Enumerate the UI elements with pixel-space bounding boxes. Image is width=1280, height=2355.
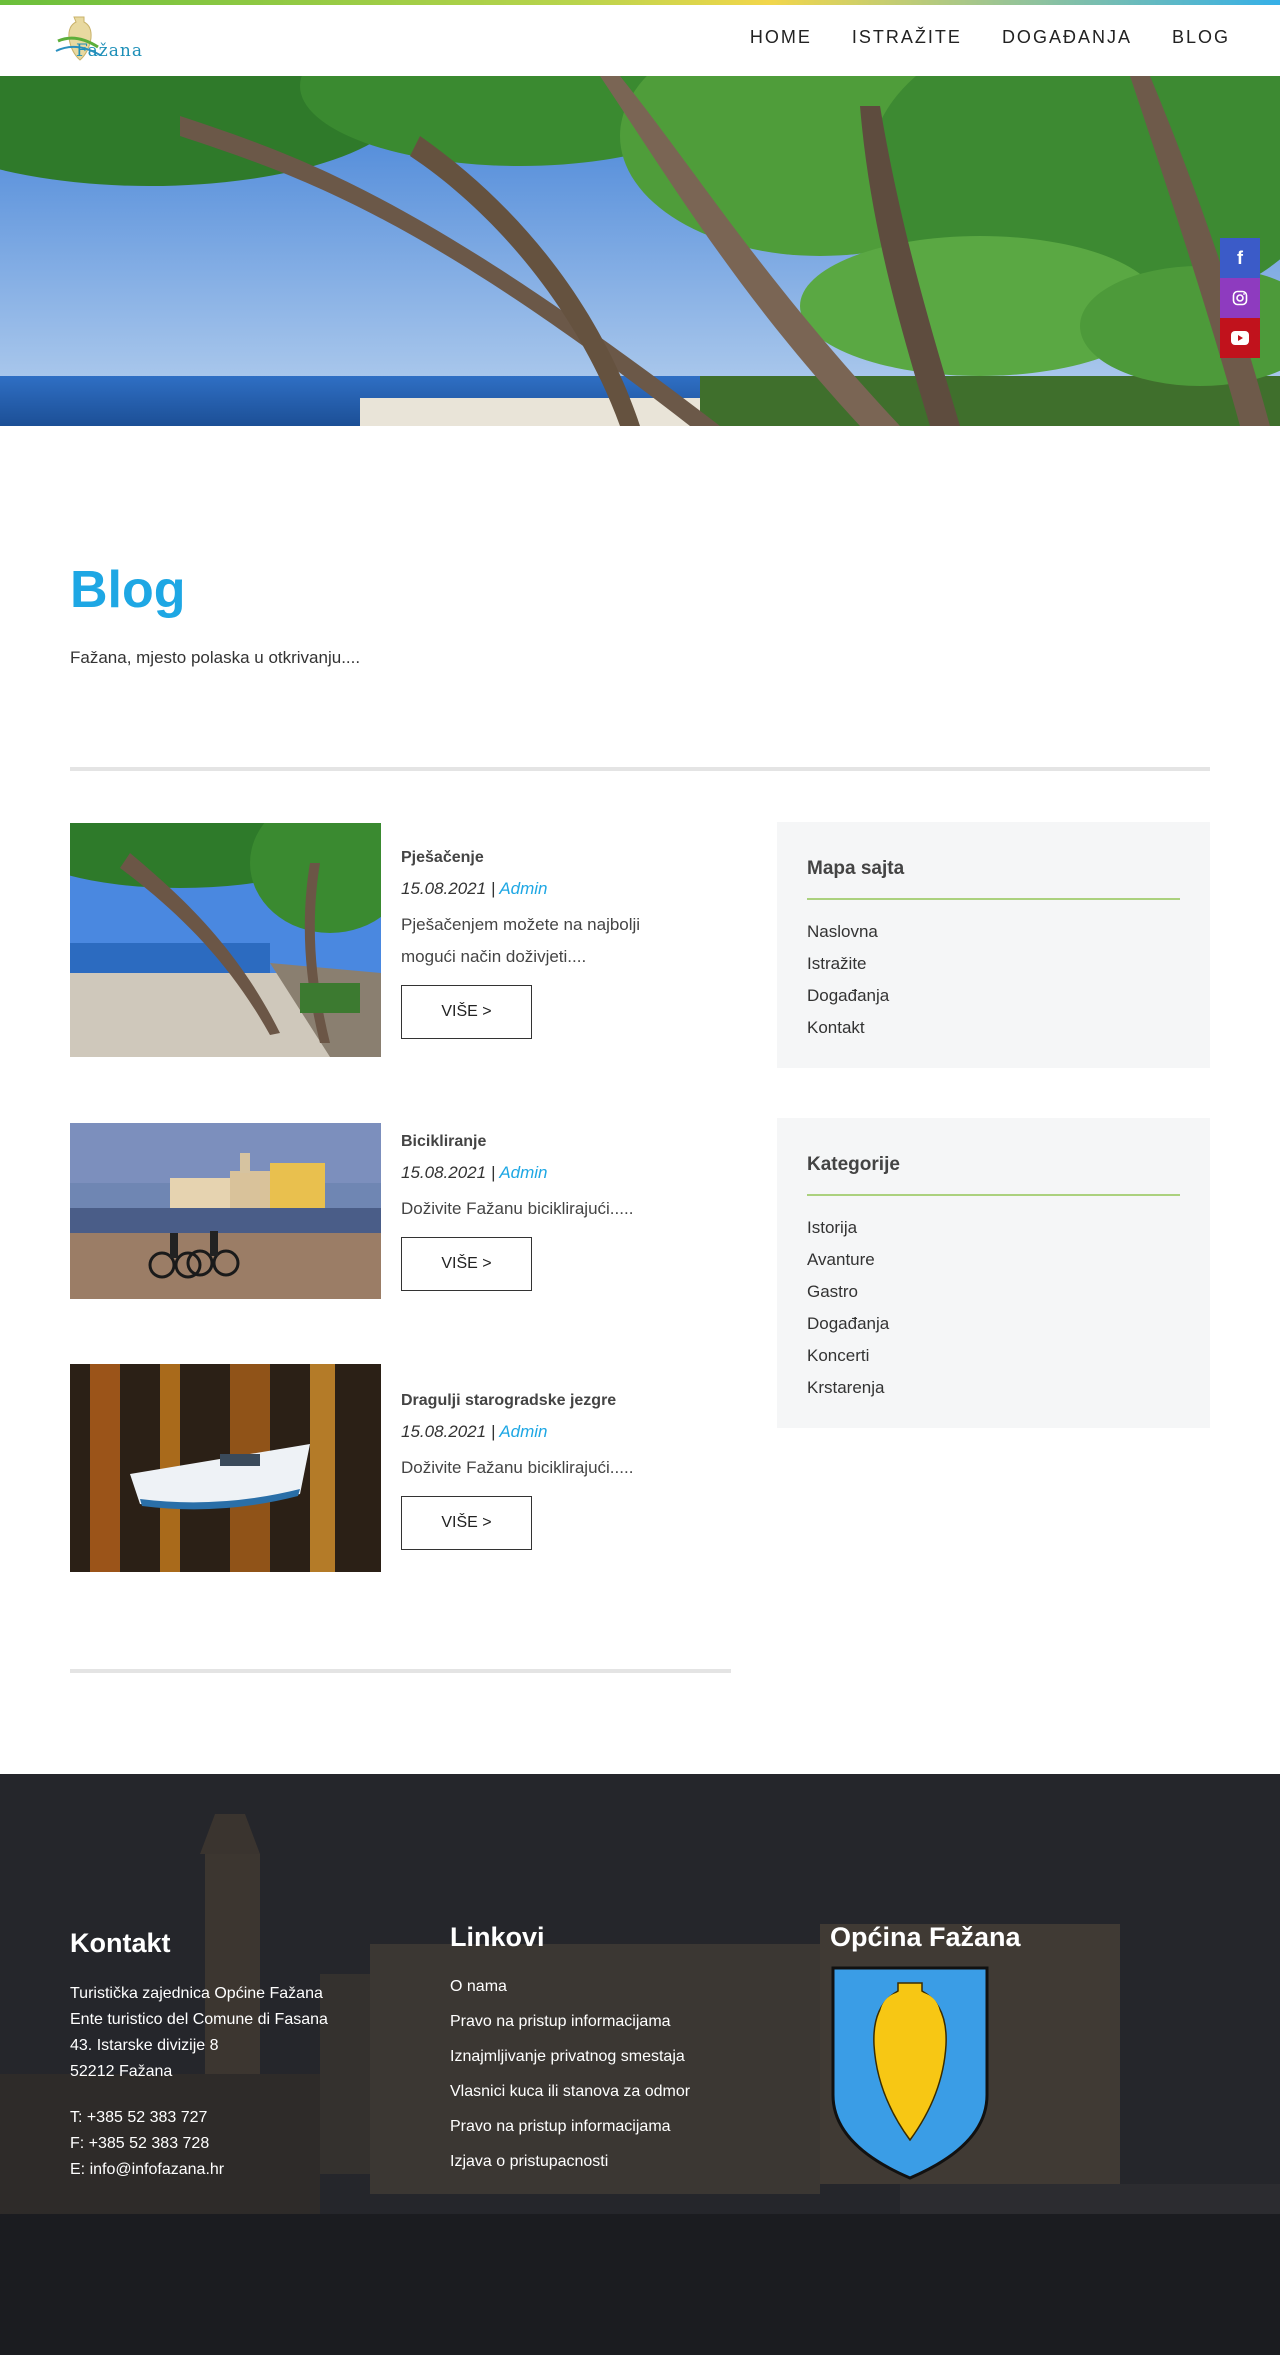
sitemap-link-istrazite[interactable]: Istražite [807, 948, 1180, 980]
contact-line: 43. Istarske divizije 8 [70, 2037, 219, 2054]
social-sidebar: f [1220, 238, 1260, 358]
pine-path-photo [70, 823, 381, 1057]
post-date: 15.08.2021 [401, 1422, 487, 1441]
site-header: Fažana HOME ISTRAŽITE DOGAĐANJA BLOG [0, 5, 1280, 76]
nav-dogadanja[interactable]: DOGAĐANJA [1002, 27, 1132, 48]
footer-links: Linkovi O nama Pravo na pristup informac… [450, 1922, 770, 2179]
site-logo[interactable]: Fažana [52, 11, 148, 71]
blog-post: Dragulji starogradske jezgre 15.08.2021 … [70, 1364, 731, 1572]
post-body: Bicikliranje 15.08.2021 | Admin Doživite… [401, 1133, 701, 1291]
boat-sunset-photo [70, 1364, 381, 1572]
post-date: 15.08.2021 [401, 1163, 487, 1182]
post-author-link[interactable]: Admin [499, 1163, 547, 1182]
post-excerpt: Doživite Fažanu biciklirajući..... [401, 1458, 634, 1477]
footer-link[interactable]: Pravo na pristup informacijama [450, 2109, 770, 2144]
meta-separator: | [486, 879, 500, 898]
meta-separator: | [486, 1422, 500, 1441]
post-thumbnail[interactable] [70, 1364, 381, 1572]
category-link-istorija[interactable]: Istorija [807, 1212, 1180, 1244]
main-nav: HOME ISTRAŽITE DOGAĐANJA BLOG [750, 27, 1230, 48]
pine-trees-seaside-photo [0, 76, 1280, 426]
sitemap-link-dogadanja[interactable]: Događanja [807, 980, 1180, 1012]
footer-contact-title: Kontakt [70, 1928, 171, 1958]
sitemap-list: Naslovna Istražite Događanja Kontakt [807, 916, 1180, 1044]
footer-links-list: O nama Pravo na pristup informacijama Iz… [450, 1969, 770, 2179]
posts-divider [70, 1669, 731, 1673]
blog-post: Pješačenje 15.08.2021 | Admin Pješačenje… [70, 823, 731, 1057]
nav-istrazite[interactable]: ISTRAŽITE [852, 27, 962, 48]
read-more-button[interactable]: VIŠE > [401, 1237, 532, 1291]
logo-text: Fažana [76, 41, 143, 61]
category-link-dogadanja[interactable]: Događanja [807, 1308, 1180, 1340]
post-title[interactable]: Bicikliranje [401, 1133, 701, 1151]
contact-fax: F: +385 52 383 728 [70, 2135, 210, 2152]
page-subtitle: Fažana, mjesto polaska u otkrivanju.... [70, 648, 361, 667]
section-divider [70, 767, 1210, 771]
contact-line: 52212 Fažana [70, 2063, 173, 2080]
nav-home[interactable]: HOME [750, 27, 812, 48]
post-body: Pješačenje 15.08.2021 | Admin Pješačenje… [401, 849, 671, 1039]
post-meta: 15.08.2021 | Admin [401, 879, 671, 899]
contact-line: Turistička zajednica Općine Fažana [70, 1985, 323, 2002]
footer-links-title: Linkovi [450, 1922, 545, 1952]
footer-link[interactable]: Izjava o pristupacnosti [450, 2144, 770, 2179]
category-link-gastro[interactable]: Gastro [807, 1276, 1180, 1308]
blog-post: Bicikliranje 15.08.2021 | Admin Doživite… [70, 1123, 731, 1299]
nav-blog[interactable]: BLOG [1172, 27, 1230, 48]
youtube-icon[interactable] [1220, 318, 1260, 358]
coat-of-arms-icon [831, 1966, 989, 2180]
meta-separator: | [486, 1163, 500, 1182]
post-date: 15.08.2021 [401, 879, 487, 898]
category-link-avanture[interactable]: Avanture [807, 1244, 1180, 1276]
post-excerpt: Pješačenjem možete na najbolji mogući na… [401, 915, 641, 966]
post-author-link[interactable]: Admin [499, 879, 547, 898]
page-title: Blog [70, 561, 186, 619]
site-footer: Kontakt Turistička zajednica Općine Faža… [0, 1774, 1280, 2355]
facebook-icon[interactable]: f [1220, 238, 1260, 278]
cycling-harbor-photo [70, 1123, 381, 1299]
footer-link[interactable]: Pravo na pristup informacijama [450, 2004, 770, 2039]
post-title[interactable]: Pješačenje [401, 849, 671, 867]
sitemap-widget: Mapa sajta Naslovna Istražite Događanja … [777, 822, 1210, 1068]
post-meta: 15.08.2021 | Admin [401, 1422, 701, 1442]
categories-widget: Kategorije Istorija Avanture Gastro Doga… [777, 1118, 1210, 1428]
contact-phone[interactable]: T: +385 52 383 727 [70, 2105, 410, 2131]
contact-email[interactable]: E: info@infofazana.hr [70, 2157, 410, 2183]
sitemap-link-naslovna[interactable]: Naslovna [807, 916, 1180, 948]
category-link-koncerti[interactable]: Koncerti [807, 1340, 1180, 1372]
categories-list: Istorija Avanture Gastro Događanja Konce… [807, 1212, 1180, 1404]
footer-contact: Kontakt Turistička zajednica Općine Faža… [70, 1928, 410, 2183]
post-author-link[interactable]: Admin [499, 1422, 547, 1441]
footer-link[interactable]: Iznajmljivanje privatnog smestaja [450, 2039, 770, 2074]
post-thumbnail[interactable] [70, 823, 381, 1057]
widget-title: Kategorije [807, 1154, 900, 1175]
hero-image [0, 76, 1280, 426]
post-excerpt: Doživite Fažanu biciklirajući..... [401, 1199, 634, 1218]
post-thumbnail[interactable] [70, 1123, 381, 1299]
read-more-button[interactable]: VIŠE > [401, 985, 532, 1039]
footer-link[interactable]: O nama [450, 1969, 770, 2004]
instagram-icon[interactable] [1220, 278, 1260, 318]
widget-title: Mapa sajta [807, 858, 905, 879]
post-title[interactable]: Dragulji starogradske jezgre [401, 1392, 701, 1410]
footer-link[interactable]: Vlasnici kuca ili stanova za odmor [450, 2074, 770, 2109]
category-link-krstarenja[interactable]: Krstarenja [807, 1372, 1180, 1404]
widget-divider [807, 1194, 1180, 1196]
footer-municipality-title: Općina Fažana [830, 1922, 1021, 1952]
post-meta: 15.08.2021 | Admin [401, 1163, 701, 1183]
sitemap-link-kontakt[interactable]: Kontakt [807, 1012, 1180, 1044]
footer-municipality: Općina Fažana [830, 1922, 1160, 2186]
read-more-button[interactable]: VIŠE > [401, 1496, 532, 1550]
contact-line: Ente turistico del Comune di Fasana [70, 2011, 328, 2028]
post-body: Dragulji starogradske jezgre 15.08.2021 … [401, 1392, 701, 1550]
widget-divider [807, 898, 1180, 900]
